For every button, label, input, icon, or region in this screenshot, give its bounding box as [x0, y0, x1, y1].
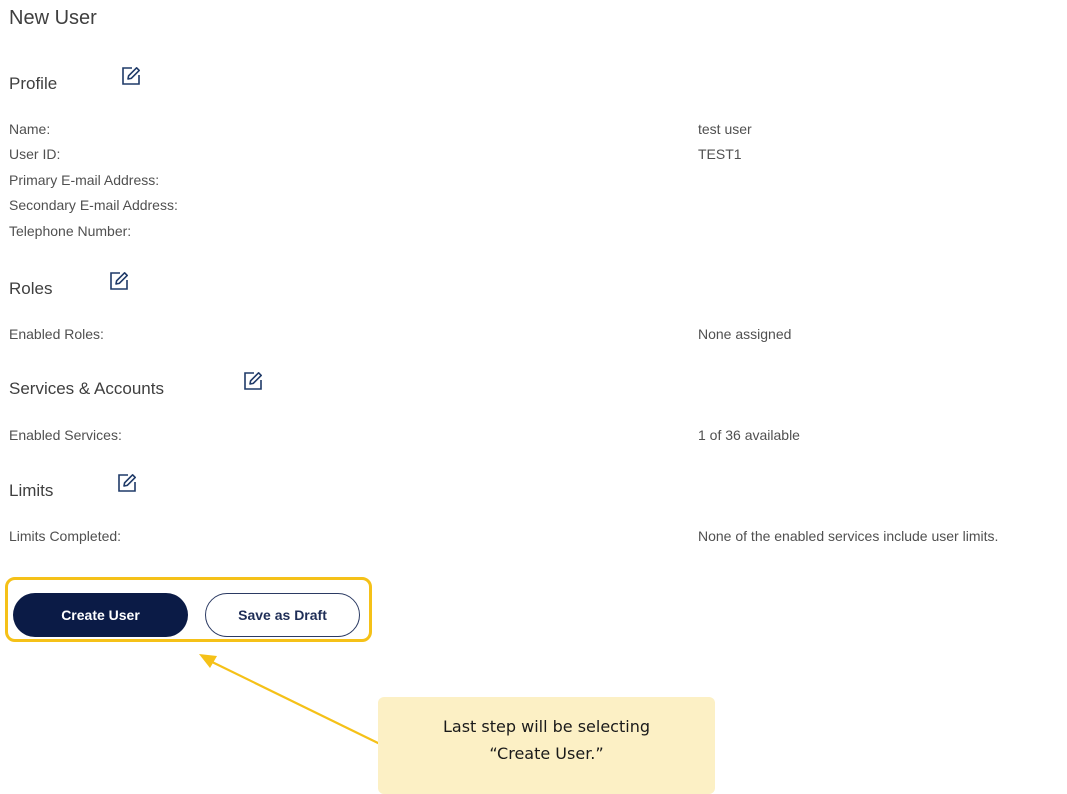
profile-section-title: Profile — [9, 74, 58, 93]
edit-profile-icon[interactable] — [121, 66, 141, 86]
field-label-primary-email: Primary E-mail Address: — [9, 172, 160, 188]
edit-roles-icon[interactable] — [109, 271, 129, 291]
save-as-draft-button[interactable]: Save as Draft — [205, 593, 360, 637]
services-section-title: Services & Accounts — [9, 379, 164, 398]
field-label-enabled-roles: Enabled Roles: — [9, 326, 104, 342]
field-value-user-id: TEST1 — [698, 146, 742, 162]
field-label-enabled-services: Enabled Services: — [9, 427, 122, 443]
create-user-button[interactable]: Create User — [13, 593, 188, 637]
field-label-telephone: Telephone Number: — [9, 223, 132, 239]
field-value-enabled-roles: None assigned — [698, 326, 792, 342]
callout-line-1: Last step will be selecting — [443, 717, 650, 736]
edit-limits-icon[interactable] — [117, 473, 137, 493]
roles-section-title: Roles — [9, 279, 53, 298]
field-value-limits-completed: None of the enabled services include use… — [698, 528, 999, 544]
edit-services-icon[interactable] — [243, 371, 263, 391]
field-label-user-id: User ID: — [9, 146, 61, 162]
field-label-limits-completed: Limits Completed: — [9, 528, 122, 544]
field-label-secondary-email: Secondary E-mail Address: — [9, 197, 178, 213]
instruction-callout: Last step will be selecting “Create User… — [378, 697, 715, 794]
callout-line-2: “Create User.” — [489, 744, 604, 763]
limits-section-title: Limits — [9, 481, 54, 500]
field-label-name: Name: — [9, 121, 51, 137]
field-value-name: test user — [698, 121, 752, 137]
field-value-enabled-services: 1 of 36 available — [698, 427, 800, 443]
page-title: New User — [9, 7, 97, 29]
